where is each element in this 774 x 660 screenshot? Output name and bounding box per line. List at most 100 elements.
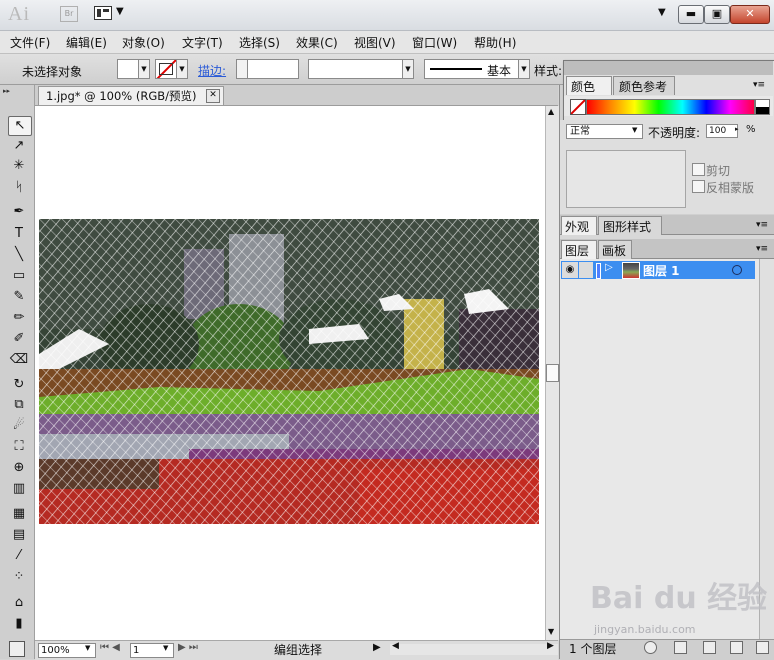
close-button[interactable]: ✕ [730, 5, 770, 24]
graph-tool-icon[interactable]: ▥ [8, 480, 30, 498]
blob-brush-tool-icon[interactable]: ✐ [8, 330, 30, 348]
menu-select[interactable]: 选择(S) [239, 34, 280, 51]
menu-view[interactable]: 视图(V) [354, 34, 396, 51]
tab-graphic-styles-label: 图形样式 [603, 220, 652, 234]
pencil-tool-icon[interactable]: ✏ [8, 309, 30, 327]
selection-tool-icon[interactable]: ↖ [8, 116, 32, 136]
layer-count: 1 个图层 [569, 642, 617, 656]
eyedropper-tool-icon[interactable]: ⁄ [8, 547, 30, 565]
eye-icon[interactable]: ◉ [562, 262, 578, 278]
status-text[interactable]: 编组选择 [274, 641, 322, 658]
layer-thumbnail [622, 262, 640, 279]
blend-mode-dropdown-icon[interactable]: ▼ [632, 126, 637, 134]
eraser-tool-icon[interactable]: ⌫ [8, 351, 30, 369]
canvas-horizontal-scrollbar[interactable] [390, 644, 558, 655]
opacity-arrow-icon[interactable]: ▸ [735, 125, 739, 133]
gradient-tool-icon[interactable]: ▤ [8, 526, 30, 544]
lasso-tool-icon[interactable]: ᛋ [8, 179, 30, 197]
zoom-dropdown-icon[interactable]: ▼ [85, 644, 90, 652]
menu-window[interactable]: 窗口(W) [412, 34, 457, 51]
stroke-label[interactable]: 描边: [198, 62, 226, 79]
warp-tool-icon[interactable]: ☄ [8, 417, 30, 435]
scroll-left-arrow-icon[interactable]: ◀ [392, 641, 399, 651]
stroke-none-swatch[interactable] [155, 59, 177, 79]
document-tab-close-icon[interactable]: ✕ [206, 89, 220, 103]
color-panel-titlebar[interactable] [564, 61, 773, 75]
fill-dropdown-icon[interactable]: ▼ [138, 59, 150, 79]
menu-help[interactable]: 帮助(H) [474, 34, 516, 51]
clip-label: 剪切 [706, 164, 731, 178]
canvas-vertical-scroll-thumb[interactable] [546, 364, 559, 382]
scroll-up-arrow-icon[interactable]: ▲ [548, 107, 554, 116]
make-clipping-mask-icon[interactable] [674, 641, 687, 654]
layer-target-icon[interactable] [732, 265, 742, 275]
magic-wand-tool-icon[interactable]: ✳ [8, 157, 30, 175]
variable-width-dropdown-icon[interactable]: ▼ [402, 59, 414, 79]
shape-builder-tool-icon[interactable]: ⊕ [8, 459, 30, 477]
delete-layer-icon[interactable] [756, 641, 769, 654]
none-color-swatch[interactable] [570, 99, 586, 115]
new-layer-icon[interactable] [730, 641, 743, 654]
rectangle-tool-icon[interactable]: ▭ [8, 267, 30, 285]
stroke-box-icon [159, 63, 173, 75]
menu-file[interactable]: 文件(F) [10, 34, 50, 51]
tab-color-label: 颜色 [571, 80, 596, 94]
artboard-dropdown-icon[interactable]: ▼ [163, 644, 168, 652]
new-sublayer-icon[interactable] [703, 641, 716, 654]
direct-selection-tool-icon[interactable]: ↗ [8, 137, 30, 155]
free-transform-tool-icon[interactable]: ⛶ [8, 438, 30, 456]
blend-tool-icon[interactable]: ⁘ [8, 568, 30, 586]
black-white-swatch[interactable] [755, 99, 770, 115]
clip-checkbox[interactable] [692, 163, 705, 176]
illustrator-logo: Ai [8, 3, 30, 25]
color-panel-menu-icon[interactable]: ▾≡ [753, 80, 765, 90]
artboard-next-last-icon[interactable]: ▶ ⏭ [178, 642, 198, 653]
stroke-dropdown-icon[interactable]: ▼ [176, 59, 188, 79]
mesh-tool-icon[interactable]: ▦ [8, 505, 30, 523]
variable-width-field[interactable] [308, 59, 404, 79]
tab-artboards-label: 画板 [602, 244, 627, 258]
fill-swatch[interactable] [117, 59, 139, 79]
appearance-panel-menu-icon[interactable]: ▾≡ [756, 220, 768, 230]
panel-collapse-icon[interactable]: ▸▸ [3, 87, 10, 95]
menu-effect[interactable]: 效果(C) [296, 34, 338, 51]
scale-tool-icon[interactable]: ⧉ [8, 396, 30, 414]
chevron-down-icon[interactable]: ▼ [116, 6, 124, 17]
transparency-thumbnail [566, 150, 686, 208]
menu-type[interactable]: 文字(T) [182, 34, 223, 51]
arrange-documents-icon[interactable] [94, 6, 112, 20]
paintbrush-tool-icon[interactable]: ✎ [8, 288, 30, 306]
bridge-button[interactable]: Br [60, 6, 78, 22]
scroll-right-arrow-icon[interactable]: ▶ [547, 641, 554, 651]
layer-name[interactable]: 图层 1 [643, 262, 680, 279]
basic-stroke-line-icon [430, 68, 482, 70]
maximize-button[interactable]: ▣ [704, 5, 730, 24]
expand-arrow-icon[interactable]: ▷ [605, 262, 613, 273]
minimize-button[interactable]: ▬ [678, 5, 704, 24]
symbol-sprayer-tool-icon[interactable]: ⌂ [8, 594, 30, 612]
color-spectrum-bar[interactable] [586, 99, 755, 115]
layers-panel-menu-icon[interactable]: ▾≡ [756, 244, 768, 254]
type-tool-icon[interactable]: T [8, 225, 30, 243]
scroll-down-arrow-icon[interactable]: ▼ [548, 627, 554, 636]
tab-appearance-label: 外观 [565, 220, 590, 234]
lock-toggle[interactable] [579, 262, 593, 278]
style-label: 样式: [534, 64, 563, 78]
opacity-field[interactable]: 100 [706, 124, 738, 138]
menu-edit[interactable]: 编辑(E) [66, 34, 107, 51]
invert-mask-checkbox[interactable] [692, 180, 705, 193]
placed-image-artwork[interactable] [39, 219, 539, 524]
tab-color-guide-label: 颜色参考 [619, 80, 668, 94]
workspace-dropdown-icon[interactable]: ▼ [658, 7, 666, 18]
artboard-navigation-icon[interactable] [9, 641, 25, 657]
locate-object-icon[interactable] [644, 641, 657, 654]
column-graph-tool-icon[interactable]: ▮ [8, 615, 30, 633]
status-menu-arrow-icon[interactable]: ▶ [373, 642, 381, 653]
stroke-weight-field[interactable] [247, 59, 299, 79]
menu-object[interactable]: 对象(O) [122, 34, 165, 51]
brush-definition-dropdown-icon[interactable]: ▼ [518, 59, 530, 79]
line-segment-tool-icon[interactable]: ╲ [8, 246, 30, 264]
rotate-tool-icon[interactable]: ↻ [8, 376, 30, 394]
pen-tool-icon[interactable]: ✒ [8, 203, 30, 221]
artboard-first-prev-icon[interactable]: ⏮ ◀ [100, 642, 120, 653]
